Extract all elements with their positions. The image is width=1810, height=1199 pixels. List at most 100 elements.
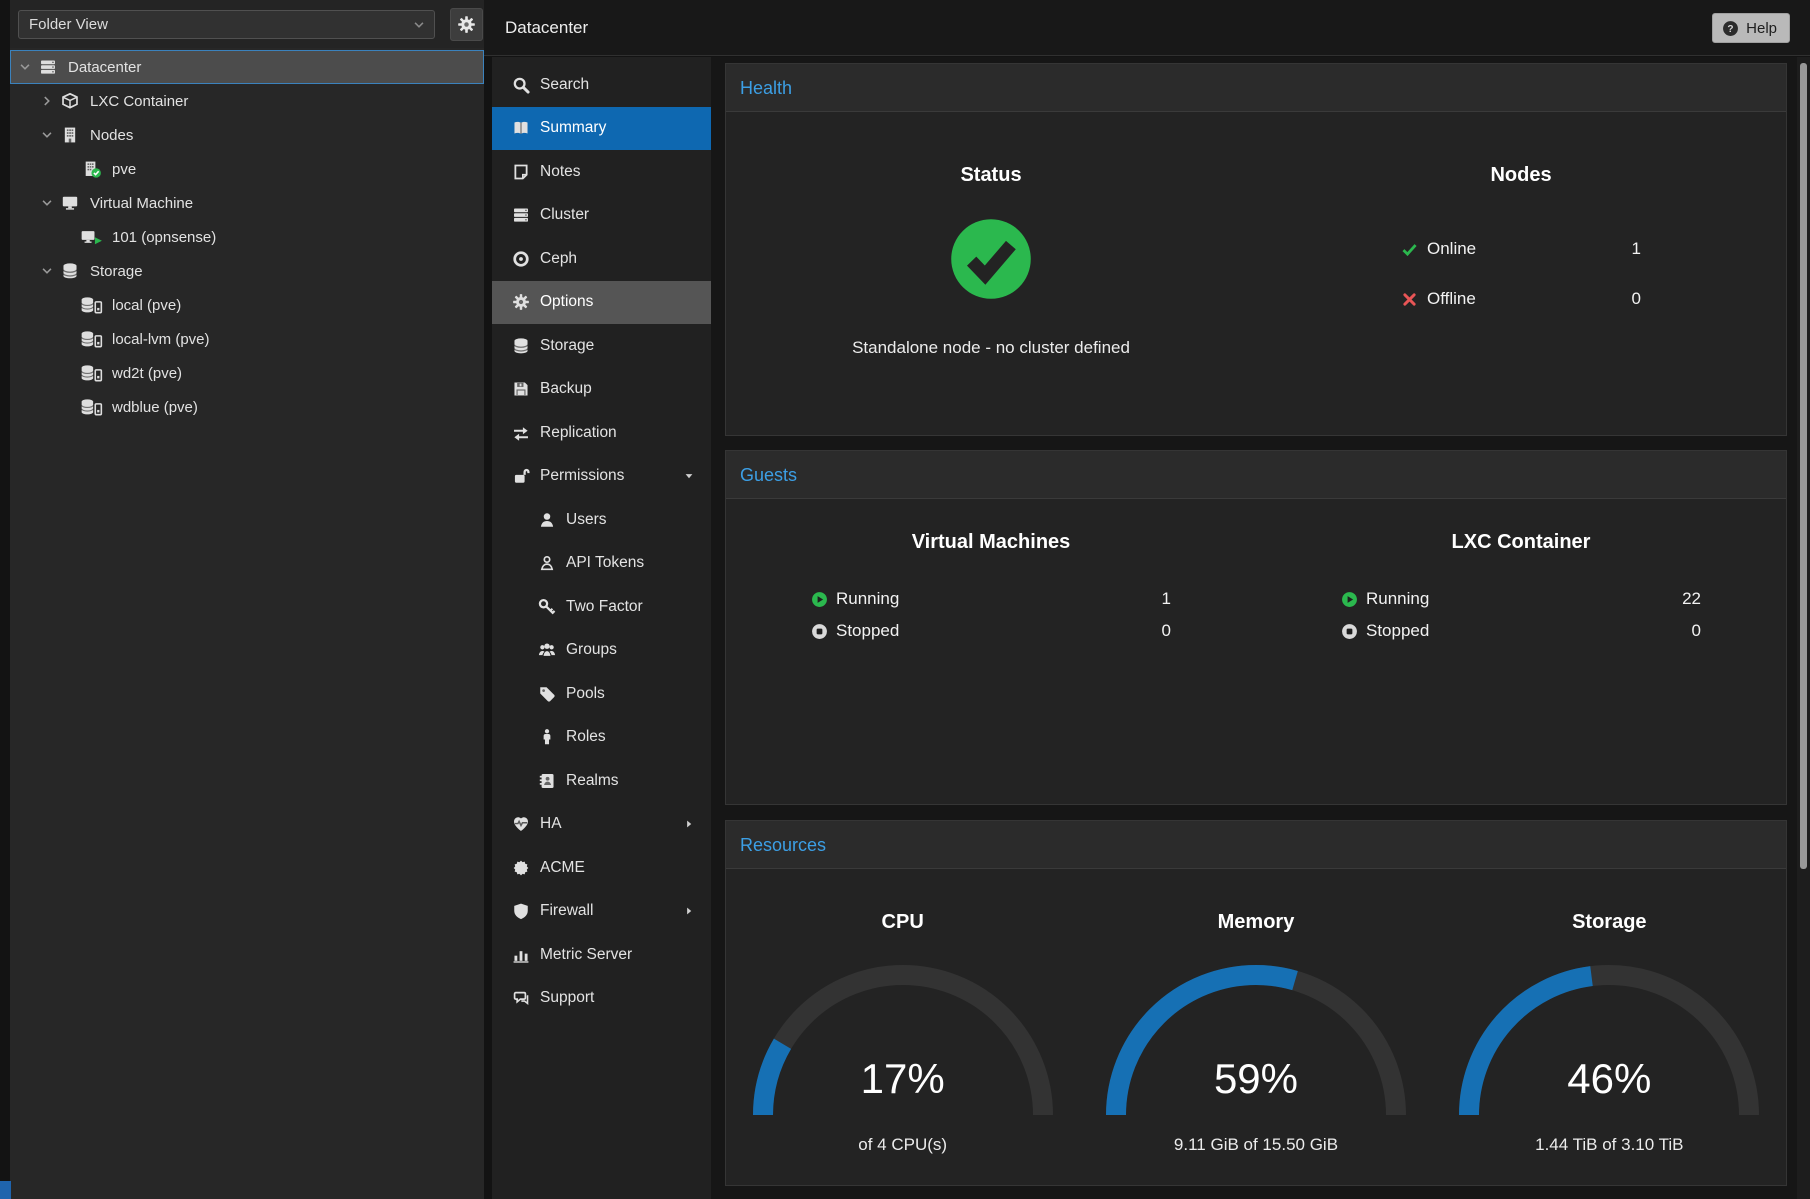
chevron-down-icon xyxy=(412,18,426,32)
help-button-label: Help xyxy=(1746,20,1777,37)
tree-item-virtual-machine[interactable]: Virtual Machine xyxy=(10,186,484,220)
menu-item-label: Two Factor xyxy=(566,598,643,616)
guests-rows: Running1Stopped0 xyxy=(811,583,1171,647)
tree-item-label: local (pve) xyxy=(112,297,181,314)
guests-column-title: LXC Container xyxy=(1256,529,1786,555)
building-icon xyxy=(58,126,82,144)
menu-item-two-factor[interactable]: Two Factor xyxy=(492,585,711,629)
tree-indent-spacer xyxy=(62,332,76,346)
scrollbar-thumb[interactable] xyxy=(1800,63,1807,869)
config-menu: SearchSummary Notes Cluster Ceph Options Stor… xyxy=(492,57,711,1199)
user-icon xyxy=(538,511,556,529)
tree-indent-spacer xyxy=(62,162,76,176)
node-state-label: Offline xyxy=(1427,289,1476,309)
menu-item-api-tokens[interactable]: API Tokens xyxy=(492,542,711,586)
bar-chart-icon xyxy=(512,946,530,964)
menu-item-ha[interactable]: HA xyxy=(492,803,711,847)
tree-item-wd2t-pve[interactable]: wd2t (pve) xyxy=(10,356,484,390)
menu-item-cluster[interactable]: Cluster xyxy=(492,194,711,238)
menu-item-firewall[interactable]: Firewall xyxy=(492,890,711,934)
menu-item-ceph[interactable]: Ceph xyxy=(492,237,711,281)
caret-down-icon xyxy=(683,470,695,482)
menu-item-label: Firewall xyxy=(540,902,593,920)
tree-item-wdblue-pve[interactable]: wdblue (pve) xyxy=(10,390,484,424)
node-state-value: 1 xyxy=(1632,239,1641,259)
database-drive-icon xyxy=(80,398,104,416)
content-header: Datacenter ? Help xyxy=(484,0,1810,56)
play-circle-icon xyxy=(1341,591,1358,608)
guest-state-value: 0 xyxy=(1162,621,1171,641)
comments-icon xyxy=(512,989,530,1007)
gauge-percent-value: 17% xyxy=(748,1055,1058,1103)
guest-row-lxc-container-stopped: Stopped0 xyxy=(1341,615,1701,647)
menu-item-label: Options xyxy=(540,293,593,311)
menu-item-groups[interactable]: Groups xyxy=(492,629,711,673)
resource-title: CPU xyxy=(726,909,1079,935)
guest-state-label: Stopped xyxy=(836,621,899,641)
tree-item-local-lvm-pve[interactable]: local-lvm (pve) xyxy=(10,322,484,356)
users-icon xyxy=(538,641,556,659)
menu-item-replication[interactable]: Replication xyxy=(492,411,711,455)
tree-item-101-opnsense[interactable]: 101 (opnsense) xyxy=(10,220,484,254)
menu-item-label: Ceph xyxy=(540,250,577,268)
person-icon xyxy=(538,728,556,746)
stop-circle-icon xyxy=(1341,623,1358,640)
svg-text:?: ? xyxy=(1728,24,1734,35)
menu-item-roles[interactable]: Roles xyxy=(492,716,711,760)
menu-item-options[interactable]: Options xyxy=(492,281,711,325)
health-section-title: Health xyxy=(726,64,1786,112)
menu-item-label: Metric Server xyxy=(540,946,632,964)
menu-item-users[interactable]: Users xyxy=(492,498,711,542)
chevron-down-icon[interactable] xyxy=(18,60,32,74)
guest-state-value: 1 xyxy=(1162,589,1171,609)
view-mode-select[interactable]: Folder View xyxy=(18,10,435,39)
tree-item-datacenter[interactable]: Datacenter xyxy=(10,50,484,84)
health-body: Status Standalone node - no cluster defi… xyxy=(726,112,1786,358)
tree-item-storage[interactable]: Storage xyxy=(10,254,484,288)
tree-item-lxc-container[interactable]: LXC Container xyxy=(10,84,484,118)
menu-item-support[interactable]: Support xyxy=(492,977,711,1021)
tree-indent-spacer xyxy=(62,366,76,380)
node-state-label: Online xyxy=(1427,239,1476,259)
menu-item-label: Backup xyxy=(540,380,592,398)
chevron-down-icon[interactable] xyxy=(40,128,54,142)
cube-icon xyxy=(58,92,82,110)
ceph-icon xyxy=(512,250,530,268)
play-circle-icon xyxy=(811,591,828,608)
menu-item-summary[interactable]: Summary xyxy=(492,107,711,151)
menu-item-permissions[interactable]: Permissions xyxy=(492,455,711,499)
menu-item-backup[interactable]: Backup xyxy=(492,368,711,412)
shield-icon xyxy=(512,902,530,920)
database-drive-icon xyxy=(80,296,104,314)
menu-item-label: HA xyxy=(540,815,562,833)
tree-settings-button[interactable] xyxy=(450,8,483,41)
caret-right-icon xyxy=(683,818,695,830)
guest-state-value: 22 xyxy=(1682,589,1701,609)
tree-item-pve[interactable]: pve xyxy=(10,152,484,186)
vertical-scrollbar xyxy=(1797,57,1810,1199)
tree-item-nodes[interactable]: Nodes xyxy=(10,118,484,152)
menu-item-notes[interactable]: Notes xyxy=(492,150,711,194)
menu-item-search[interactable]: Search xyxy=(492,63,711,107)
gauge-percent-value: 59% xyxy=(1101,1055,1411,1103)
chevron-down-icon[interactable] xyxy=(40,264,54,278)
help-button[interactable]: ? Help xyxy=(1712,13,1790,43)
menu-item-metric-server[interactable]: Metric Server xyxy=(492,933,711,977)
chevron-down-icon[interactable] xyxy=(40,196,54,210)
resource-tree: Datacenter LXC Container NodespveVirtual M… xyxy=(10,50,484,424)
health-status-column: Status Standalone node - no cluster defi… xyxy=(726,112,1256,358)
resource-title: Storage xyxy=(1433,909,1786,935)
tree-item-local-pve[interactable]: local (pve) xyxy=(10,288,484,322)
menu-item-realms[interactable]: Realms xyxy=(492,759,711,803)
menu-item-acme[interactable]: ACME xyxy=(492,846,711,890)
gauge-percent-value: 46% xyxy=(1454,1055,1764,1103)
menu-item-pools[interactable]: Pools xyxy=(492,672,711,716)
floppy-icon xyxy=(512,380,530,398)
tree-toolbar: Folder View xyxy=(10,0,484,48)
search-icon xyxy=(512,76,530,94)
health-panel: Health Status Standalone node - no clust… xyxy=(725,63,1787,436)
menu-item-label: Notes xyxy=(540,163,581,181)
chevron-right-icon[interactable] xyxy=(40,94,54,108)
tree-item-label: LXC Container xyxy=(90,93,188,110)
menu-item-storage[interactable]: Storage xyxy=(492,324,711,368)
